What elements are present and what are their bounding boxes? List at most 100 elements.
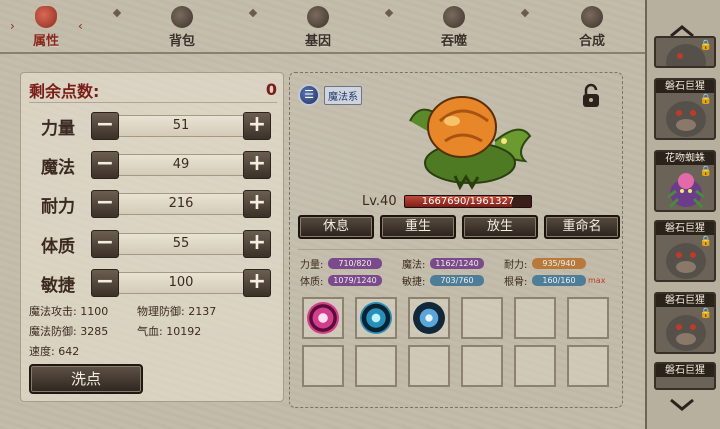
skill-slot[interactable] xyxy=(514,297,556,339)
increase-button[interactable]: + xyxy=(243,230,271,258)
vortex-skill-icon xyxy=(307,302,339,334)
magic-attack-stat: 魔法攻击: 1100 xyxy=(29,305,109,318)
pet-card[interactable]: 磐石巨猩 xyxy=(654,362,716,390)
aptitude-bar: 935/940 xyxy=(532,257,586,269)
release-button[interactable]: 放生 xyxy=(462,215,538,239)
aptitude-grid: 力量: 710/820 魔法: 1162/1240 耐力: 935/940 体质… xyxy=(298,249,618,293)
tab-attributes[interactable]: 属性 xyxy=(16,4,76,50)
flame-icon xyxy=(35,6,57,28)
tab-underline xyxy=(0,52,645,54)
tab-gene[interactable]: 基因 xyxy=(288,4,348,50)
stat-name: 魔法 xyxy=(41,157,75,178)
pet-level: Lv.40 xyxy=(362,193,397,209)
stat-name: 力量 xyxy=(41,118,75,139)
stat-row-magic: 魔法 − 49 + xyxy=(25,150,281,180)
increase-button[interactable]: + xyxy=(243,269,271,297)
hp-stat: 气血: 10192 xyxy=(137,325,202,338)
tab-bag[interactable]: 背包 xyxy=(152,4,212,50)
orb-skill-icon xyxy=(360,302,392,334)
skill-slot[interactable] xyxy=(461,297,503,339)
max-label: max xyxy=(588,275,606,285)
aptitude-magic: 魔法: 1162/1240 xyxy=(402,256,484,271)
hp-bar: 1667690/1961327 xyxy=(404,194,532,208)
pet-card[interactable]: 磐石巨猩 🔒 xyxy=(654,78,716,140)
pet-type-label: 魔法系 xyxy=(324,85,362,105)
pet-card[interactable]: 磐石巨猩 🔒 xyxy=(654,220,716,282)
decrease-button[interactable]: − xyxy=(91,269,119,297)
pet-list-sidebar: 🔒 磐石巨猩 🔒 花吻蜘蛛 🔒 磐石巨猩 🔒 磐石巨猩 🔒 磐石巨猩 xyxy=(645,0,720,429)
skill-slot[interactable] xyxy=(302,297,344,339)
dna-icon xyxy=(307,6,329,28)
divider xyxy=(248,8,258,18)
scroll-down-icon[interactable] xyxy=(667,398,697,412)
pet-card[interactable]: 磐石巨猩 🔒 xyxy=(654,292,716,354)
aptitude-bar: 710/820 xyxy=(328,257,382,269)
pet-type-badge: ☰ 魔法系 xyxy=(298,83,362,107)
pet-card-name: 磐石巨猩 xyxy=(656,294,714,307)
skill-slot[interactable] xyxy=(355,297,397,339)
skill-slot[interactable] xyxy=(514,345,556,387)
stat-value: 55 xyxy=(172,236,190,251)
aptitude-bar: 703/760 xyxy=(430,274,484,286)
stat-value: 49 xyxy=(172,157,190,172)
increase-button[interactable]: + xyxy=(243,151,271,179)
level-row: Lv.40 1667690/1961327 xyxy=(362,192,552,210)
pet-card[interactable]: 🔒 xyxy=(654,36,716,68)
decrease-button[interactable]: − xyxy=(91,151,119,179)
increase-button[interactable]: + xyxy=(243,190,271,218)
skill-slot[interactable] xyxy=(461,345,503,387)
lock-icon: 🔒 xyxy=(699,94,712,105)
stat-name: 耐力 xyxy=(41,196,75,217)
remaining-points-label: 剩余点数: xyxy=(29,81,100,101)
stat-value: 51 xyxy=(172,118,190,133)
aptitude-root: 根骨: 160/160 max xyxy=(504,274,606,288)
skill-slot[interactable] xyxy=(567,297,609,339)
decrease-button[interactable]: − xyxy=(91,112,119,140)
decrease-button[interactable]: − xyxy=(91,230,119,258)
aptitude-agility: 敏捷: 703/760 xyxy=(402,273,484,288)
pet-card-name: 磐石巨猩 xyxy=(656,80,714,93)
hp-text: 1667690/1961327 xyxy=(421,195,515,207)
lock-icon[interactable] xyxy=(580,83,602,109)
lock-icon: 🔒 xyxy=(699,308,712,319)
tab-synthesis[interactable]: 合成 xyxy=(562,4,622,50)
remaining-points-value: 0 xyxy=(265,80,277,99)
synthesis-icon xyxy=(581,6,603,28)
divider xyxy=(520,8,530,18)
reset-points-button[interactable]: 洗点 xyxy=(29,364,143,394)
stat-row-strength: 力量 − 51 + xyxy=(25,111,281,141)
stat-name: 敏捷 xyxy=(41,275,75,296)
increase-button[interactable]: + xyxy=(243,112,271,140)
divider xyxy=(384,8,394,18)
decrease-button[interactable]: − xyxy=(91,190,119,218)
stat-row-agility: 敏捷 − 100 + xyxy=(25,268,281,298)
stat-value: 216 xyxy=(168,196,194,211)
stat-row-constitution: 体质 − 55 + xyxy=(25,229,281,259)
aptitude-constitution: 体质: 1079/1240 xyxy=(300,273,382,288)
skill-slot[interactable] xyxy=(355,345,397,387)
aptitude-bar: 160/160 xyxy=(532,274,586,286)
left-arrow-icon: › xyxy=(10,19,15,33)
aptitude-endurance: 耐力: 935/940 xyxy=(504,256,586,271)
speed-stat: 速度: 642 xyxy=(29,345,80,358)
divider xyxy=(112,8,122,18)
skill-slot[interactable] xyxy=(408,345,450,387)
pet-card[interactable]: 花吻蜘蛛 🔒 xyxy=(654,150,716,212)
lock-icon: 🔒 xyxy=(699,40,712,51)
rename-button[interactable]: 重命名 xyxy=(544,215,620,239)
skill-slot[interactable] xyxy=(567,345,609,387)
rest-button[interactable]: 休息 xyxy=(298,215,374,239)
rebirth-button[interactable]: 重生 xyxy=(380,215,456,239)
right-arrow-icon: ‹ xyxy=(78,19,83,33)
remaining-points: 剩余点数: 0 xyxy=(29,77,277,103)
skill-slot[interactable] xyxy=(302,345,344,387)
lock-icon: 🔒 xyxy=(699,236,712,247)
stat-panel: 剩余点数: 0 力量 − 51 + 魔法 − 49 + 耐力 − 216 + 体… xyxy=(20,72,284,402)
devour-icon xyxy=(443,6,465,28)
physical-defense-stat: 物理防御: 2137 xyxy=(137,305,217,318)
stat-name: 体质 xyxy=(41,236,75,257)
pet-card-name: 花吻蜘蛛 xyxy=(656,152,714,165)
tab-devour[interactable]: 吞噬 xyxy=(424,4,484,50)
list-icon[interactable]: ☰ xyxy=(298,84,320,106)
skill-slot[interactable] xyxy=(408,297,450,339)
